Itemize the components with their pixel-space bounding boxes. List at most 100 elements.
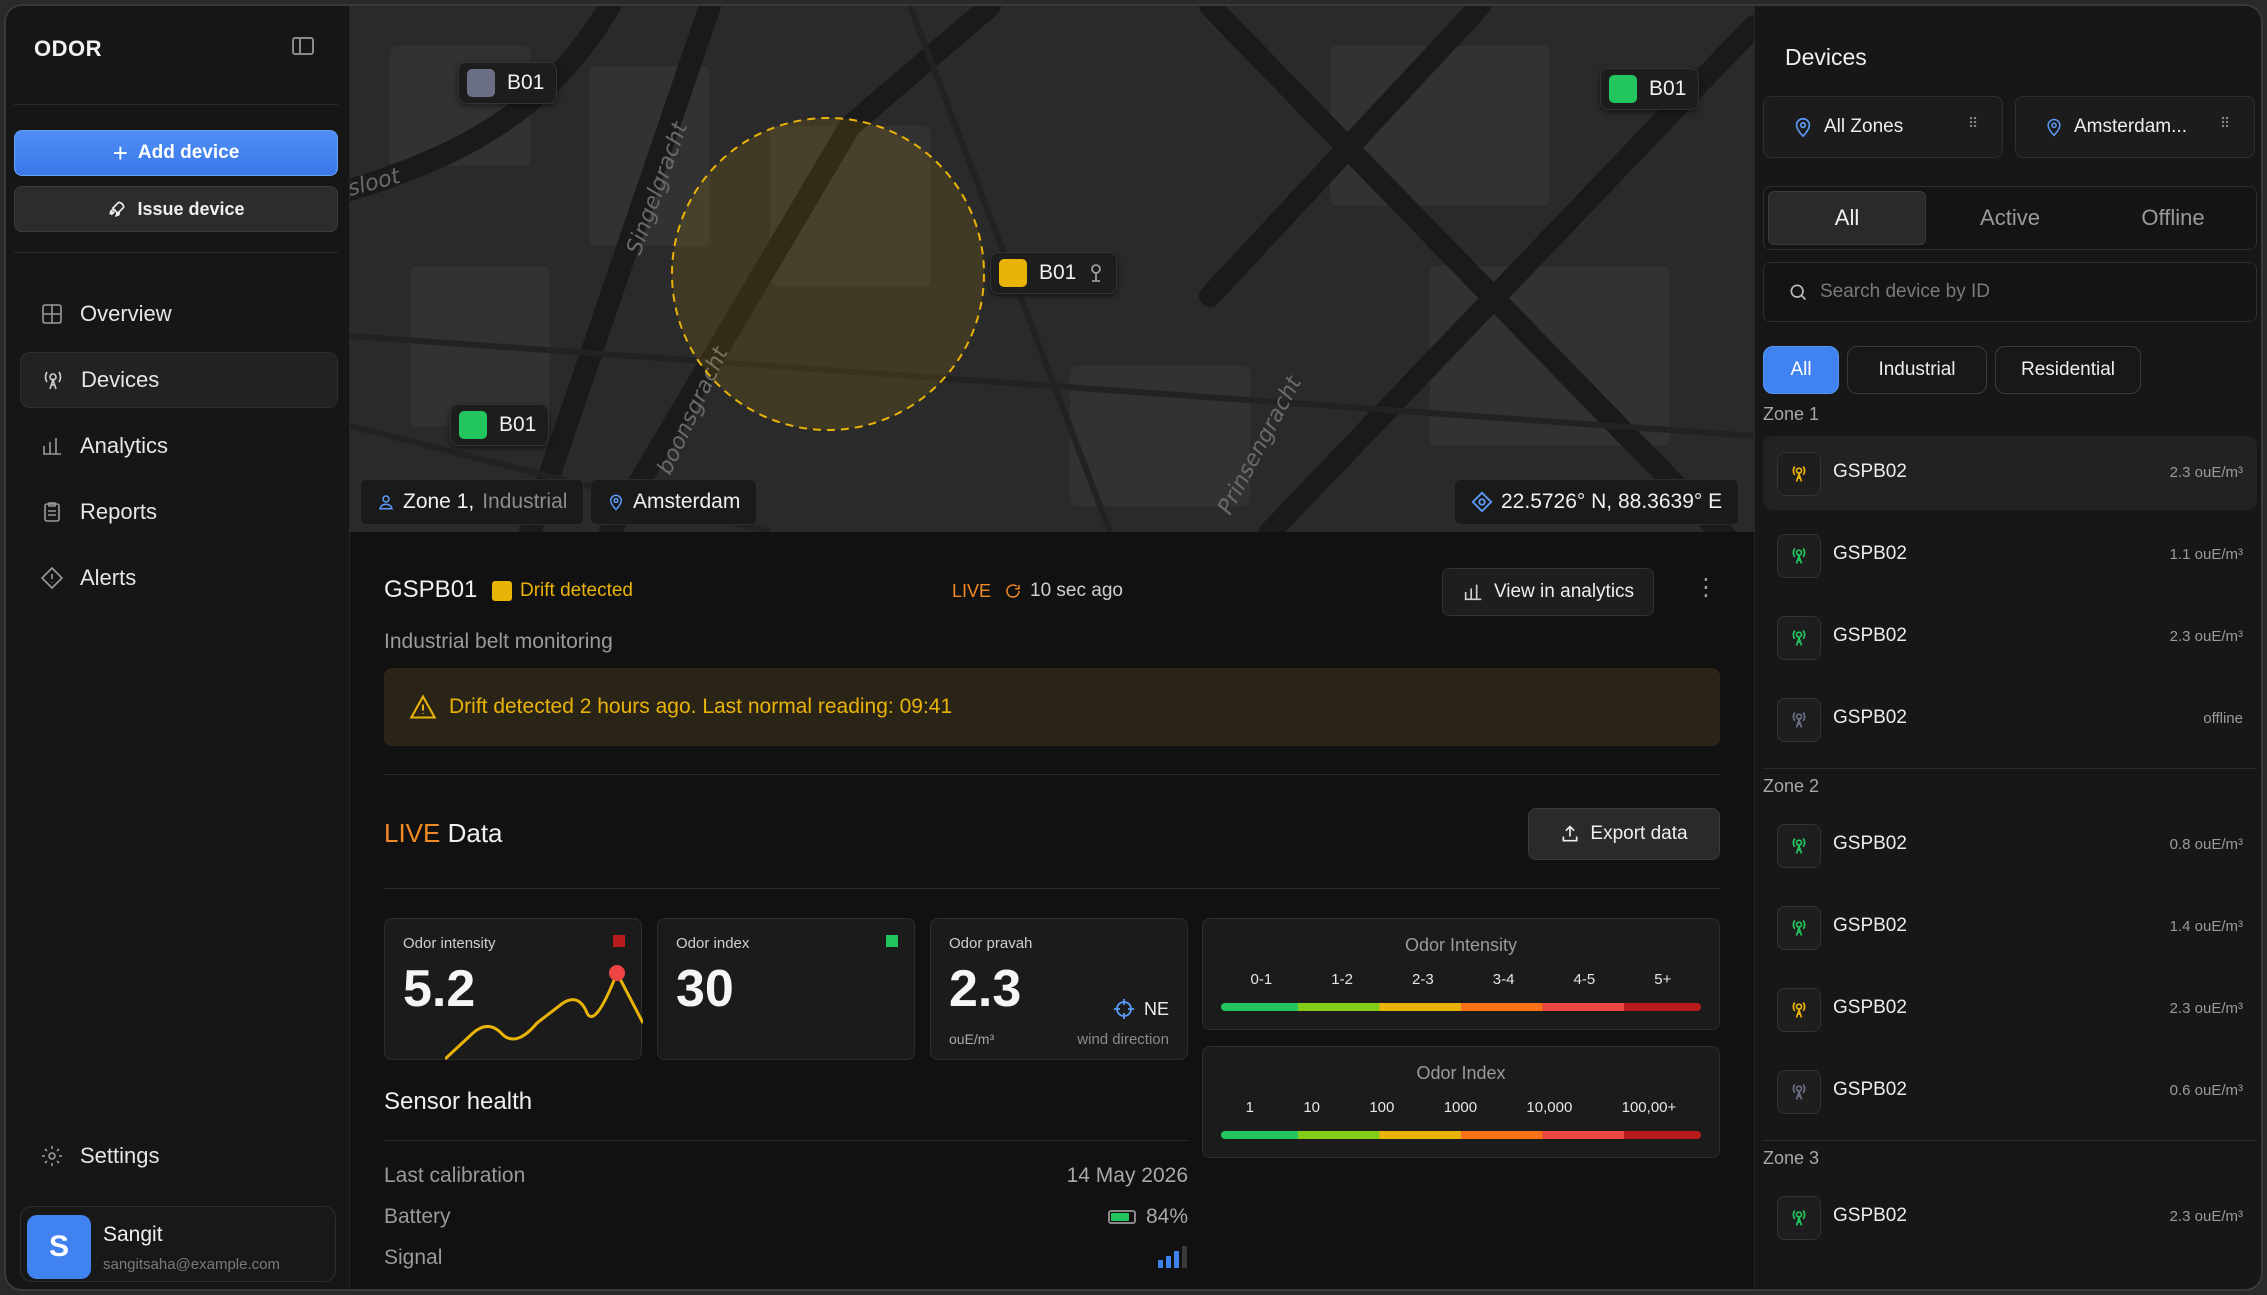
metric-odor-pravah: Odor pravah 2.3 ouE/m³ NE wind direction — [930, 918, 1188, 1060]
location-icon — [2047, 118, 2061, 137]
view-in-analytics-button[interactable]: View in analytics — [1442, 568, 1654, 616]
odor-index-scale: Odor Index 1 10 100 1000 10,000 100,00+ — [1202, 1046, 1720, 1158]
nav-settings[interactable]: Settings — [20, 1128, 338, 1184]
status-swatch — [1609, 75, 1637, 103]
nav-analytics[interactable]: Analytics — [20, 418, 338, 474]
device-id: GSPB02 — [1833, 915, 1907, 936]
export-data-button[interactable]: Export data — [1528, 808, 1720, 860]
filter-residential[interactable]: Residential — [1995, 346, 2141, 394]
device-icon — [1777, 698, 1821, 742]
status-swatch — [999, 259, 1027, 287]
city-chip[interactable]: Amsterdam — [590, 479, 758, 525]
zone-select[interactable]: All Zones ⠿ — [1763, 96, 2003, 158]
grid-icon — [42, 304, 62, 324]
device-description: Industrial belt monitoring — [384, 630, 613, 653]
device-row[interactable]: GSPB02 2.3 ouE/m³ — [1763, 436, 2257, 510]
device-row[interactable]: GSPB02 2.3 ouE/m³ — [1763, 600, 2257, 674]
scale-tick: 5+ — [1654, 971, 1672, 988]
device-id: GSPB02 — [1833, 1079, 1907, 1100]
device-row[interactable]: GSPB02 0.6 ouE/m³ — [1763, 1054, 2257, 1128]
drift-alert: Drift detected 2 hours ago. Last normal … — [384, 668, 1720, 746]
scale-tick: 100 — [1369, 1099, 1395, 1116]
tower-icon — [1792, 465, 1806, 482]
device-reading: 1.1 ouE/m³ — [2169, 546, 2243, 563]
scale-tick: 1-2 — [1331, 971, 1353, 988]
device-reading: 0.8 ouE/m³ — [2169, 836, 2243, 853]
drag-handle-icon[interactable]: ⠿ — [1968, 116, 1980, 130]
divider — [14, 104, 338, 105]
map-pin[interactable]: B01 — [1600, 68, 1700, 110]
gear-icon — [42, 1146, 62, 1166]
map-pin[interactable]: B01 — [458, 62, 558, 104]
device-row[interactable]: GSPB02 2.3 ouE/m³ — [1763, 972, 2257, 1046]
more-options-icon[interactable]: ⋮ — [1694, 576, 1718, 600]
nav-devices[interactable]: Devices — [20, 352, 338, 408]
device-row[interactable]: GSPB02 0.8 ouE/m³ — [1763, 808, 2257, 882]
scale-tick: 1000 — [1443, 1099, 1478, 1116]
add-device-button[interactable]: + Add device — [14, 130, 338, 176]
nav-overview[interactable]: Overview — [20, 286, 338, 342]
tower-icon — [1792, 837, 1806, 854]
device-id: GSPB02 — [1833, 543, 1907, 564]
warning-icon — [409, 694, 437, 719]
map-pin[interactable]: B01 — [450, 404, 550, 446]
city-select[interactable]: Amsterdam... ⠿ — [2015, 96, 2255, 158]
device-id: GSPB02 — [1833, 997, 1907, 1018]
signal-bars-icon — [1158, 1246, 1187, 1268]
zone-divider — [1763, 768, 2257, 769]
search-input[interactable]: Search device by ID — [1763, 262, 2257, 322]
tab-offline[interactable]: Offline — [2094, 191, 2252, 245]
sensor-health-title: Sensor health — [384, 1088, 533, 1115]
tower-icon — [1792, 547, 1806, 564]
search-icon — [1790, 284, 1807, 301]
user-pin-icon — [379, 495, 393, 510]
device-reading: offline — [2203, 710, 2243, 727]
issue-device-button[interactable]: Issue device — [14, 186, 338, 232]
tab-all[interactable]: All — [1768, 191, 1926, 245]
zone-label: Zone 2 — [1763, 776, 1820, 796]
nav-alerts[interactable]: Alerts — [20, 550, 338, 606]
filter-industrial[interactable]: Industrial — [1847, 346, 1987, 394]
device-reading: 2.3 ouE/m³ — [2169, 1000, 2243, 1017]
device-icon — [1777, 1070, 1821, 1114]
tower-icon — [1792, 711, 1806, 728]
device-row[interactable]: GSPB02 offline — [1763, 682, 2257, 756]
odor-intensity-scale: Odor Intensity 0-1 1-2 2-3 3-4 4-5 5+ — [1202, 918, 1720, 1030]
map-pin-selected[interactable]: B01 — [990, 252, 1118, 294]
scale-tick: 4-5 — [1573, 971, 1596, 988]
map-view[interactable]: sloot Singelgracht boonsgracht Prinsengr… — [350, 6, 1754, 532]
plus-icon: + — [112, 138, 128, 168]
bar-chart-icon — [43, 438, 61, 455]
scale-tick: 3-4 — [1492, 971, 1515, 988]
device-row[interactable]: GSPB02 2.3 ouE/m³ — [1763, 1180, 2257, 1254]
scale-tick: 2-3 — [1412, 971, 1434, 988]
tab-active[interactable]: Active — [1931, 191, 2089, 245]
zone-label: Zone 1 — [1763, 404, 1820, 424]
device-reading: 1.4 ouE/m³ — [2169, 918, 2243, 935]
device-row[interactable]: GSPB02 1.1 ouE/m³ — [1763, 518, 2257, 592]
device-id: GSPB02 — [1833, 461, 1907, 482]
zone-chip[interactable]: Zone 1, Industrial — [360, 479, 585, 525]
scale-gradient-bar — [1221, 1131, 1701, 1139]
user-pin-icon — [1795, 117, 1811, 138]
scale-tick: 1 — [1245, 1099, 1254, 1116]
status-indicator — [613, 935, 625, 947]
drag-handle-icon[interactable]: ⠿ — [2220, 116, 2232, 130]
device-id: GSPB02 — [1833, 1205, 1907, 1226]
filter-all[interactable]: All — [1763, 346, 1839, 394]
tower-icon — [1792, 1209, 1806, 1226]
tower-icon — [44, 371, 62, 390]
device-row[interactable]: GSPB02 1.4 ouE/m³ — [1763, 890, 2257, 964]
user-profile[interactable]: S Sangit sangitsaha@example.com — [20, 1206, 336, 1282]
nav-reports[interactable]: Reports — [20, 484, 338, 540]
device-reading: 2.3 ouE/m³ — [2169, 464, 2243, 481]
device-id: GSPB02 — [1833, 833, 1907, 854]
status-swatch — [459, 411, 487, 439]
device-id: GSPB02 — [1833, 625, 1907, 646]
device-id: GSPB01 — [384, 576, 478, 603]
scale-tick: 10 — [1303, 1099, 1321, 1116]
upload-icon — [1562, 825, 1578, 842]
divider — [384, 888, 1720, 889]
battery-row: Battery 84% — [384, 1205, 1188, 1228]
sidebar-toggle-icon[interactable] — [292, 37, 314, 55]
